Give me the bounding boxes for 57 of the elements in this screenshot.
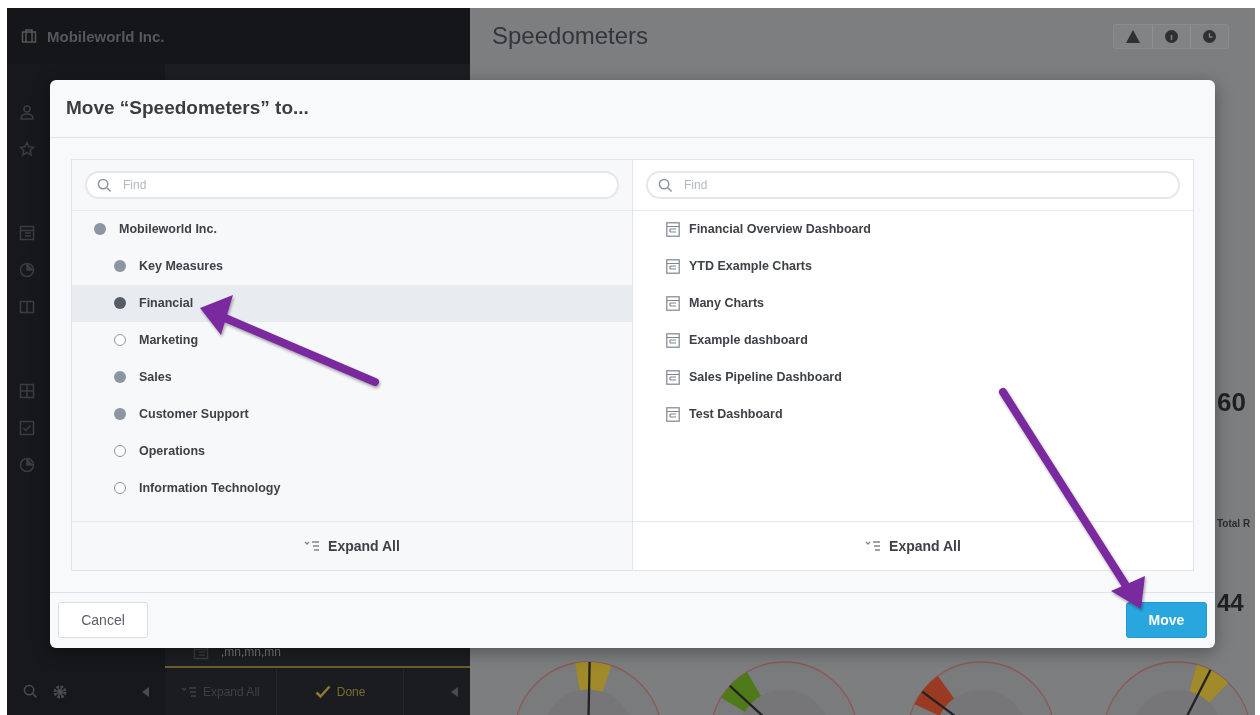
folder-item[interactable]: Customer Support <box>72 396 632 433</box>
folder-item[interactable]: Key Measures <box>72 248 632 285</box>
dashboard-item[interactable]: YTD Example Charts <box>633 248 1193 285</box>
pie-chart-icon <box>19 457 35 473</box>
folder-item[interactable]: Marketing <box>72 322 632 359</box>
hollow-circle-icon <box>114 482 126 495</box>
search-field[interactable]: Find <box>646 171 1180 199</box>
folder-item[interactable]: Information Technology <box>72 470 632 507</box>
dashboard-icon <box>666 333 680 348</box>
dashboard-item[interactable]: Sales Pipeline Dashboard <box>633 359 1193 396</box>
folder-item[interactable]: Mobileworld Inc. <box>72 211 632 248</box>
kpi-value: 44 <box>1217 589 1245 617</box>
filled-circle-icon <box>94 223 106 236</box>
person-icon <box>19 104 35 120</box>
kpi-value: 60 <box>1217 387 1247 418</box>
dashboard-icon <box>19 225 35 241</box>
search-field[interactable]: Find <box>85 171 619 199</box>
dashboard-item[interactable]: Financial Overview Dashboard <box>633 211 1193 248</box>
page-title: Speedometers <box>492 22 649 50</box>
dashboard-item[interactable]: Test Dashboard <box>633 396 1193 433</box>
expand-icon <box>181 685 197 698</box>
caret-icon[interactable] <box>142 686 149 697</box>
briefcase-icon <box>21 28 37 44</box>
dashboard-icon <box>666 370 680 385</box>
dashboard-icon <box>666 296 680 311</box>
folder-item[interactable]: Financial <box>72 285 632 322</box>
dashboard-item[interactable]: Many Charts <box>633 285 1193 322</box>
expand-all-button[interactable]: Expand All <box>298 534 406 558</box>
settings-icon[interactable] <box>52 683 68 700</box>
folder-item[interactable]: Sales <box>72 359 632 396</box>
pie-chart-icon <box>19 262 35 278</box>
dashboard-icon <box>666 259 680 274</box>
star-icon <box>19 141 35 157</box>
kpi-label: Total R <box>1217 518 1252 529</box>
columns-icon <box>19 299 35 315</box>
hollow-circle-icon <box>114 445 126 458</box>
hollow-circle-icon <box>114 334 126 347</box>
cancel-button[interactable]: Cancel <box>58 602 148 639</box>
expand-icon <box>304 540 321 552</box>
expand-all-button[interactable]: Expand All <box>859 534 967 558</box>
filled-circle-icon <box>114 260 126 273</box>
filled-circle-icon <box>114 297 126 310</box>
dialog-title: Move “Speedometers” to... <box>66 97 309 120</box>
search-icon[interactable] <box>23 684 38 699</box>
dashboard-icon <box>666 222 680 237</box>
expand-icon <box>865 540 882 552</box>
search-icon <box>658 178 673 193</box>
filled-circle-icon <box>114 408 126 421</box>
dashboard-item[interactable]: Example dashboard <box>633 322 1193 359</box>
grid-icon <box>19 383 35 399</box>
folder-item[interactable]: Operations <box>72 433 632 470</box>
check-icon <box>314 684 331 699</box>
search-icon <box>97 178 112 193</box>
dashboard-icon <box>666 407 680 422</box>
filled-circle-icon <box>114 371 126 384</box>
organization-name: Mobileworld Inc. <box>47 27 165 45</box>
checkbox-icon <box>19 420 35 436</box>
